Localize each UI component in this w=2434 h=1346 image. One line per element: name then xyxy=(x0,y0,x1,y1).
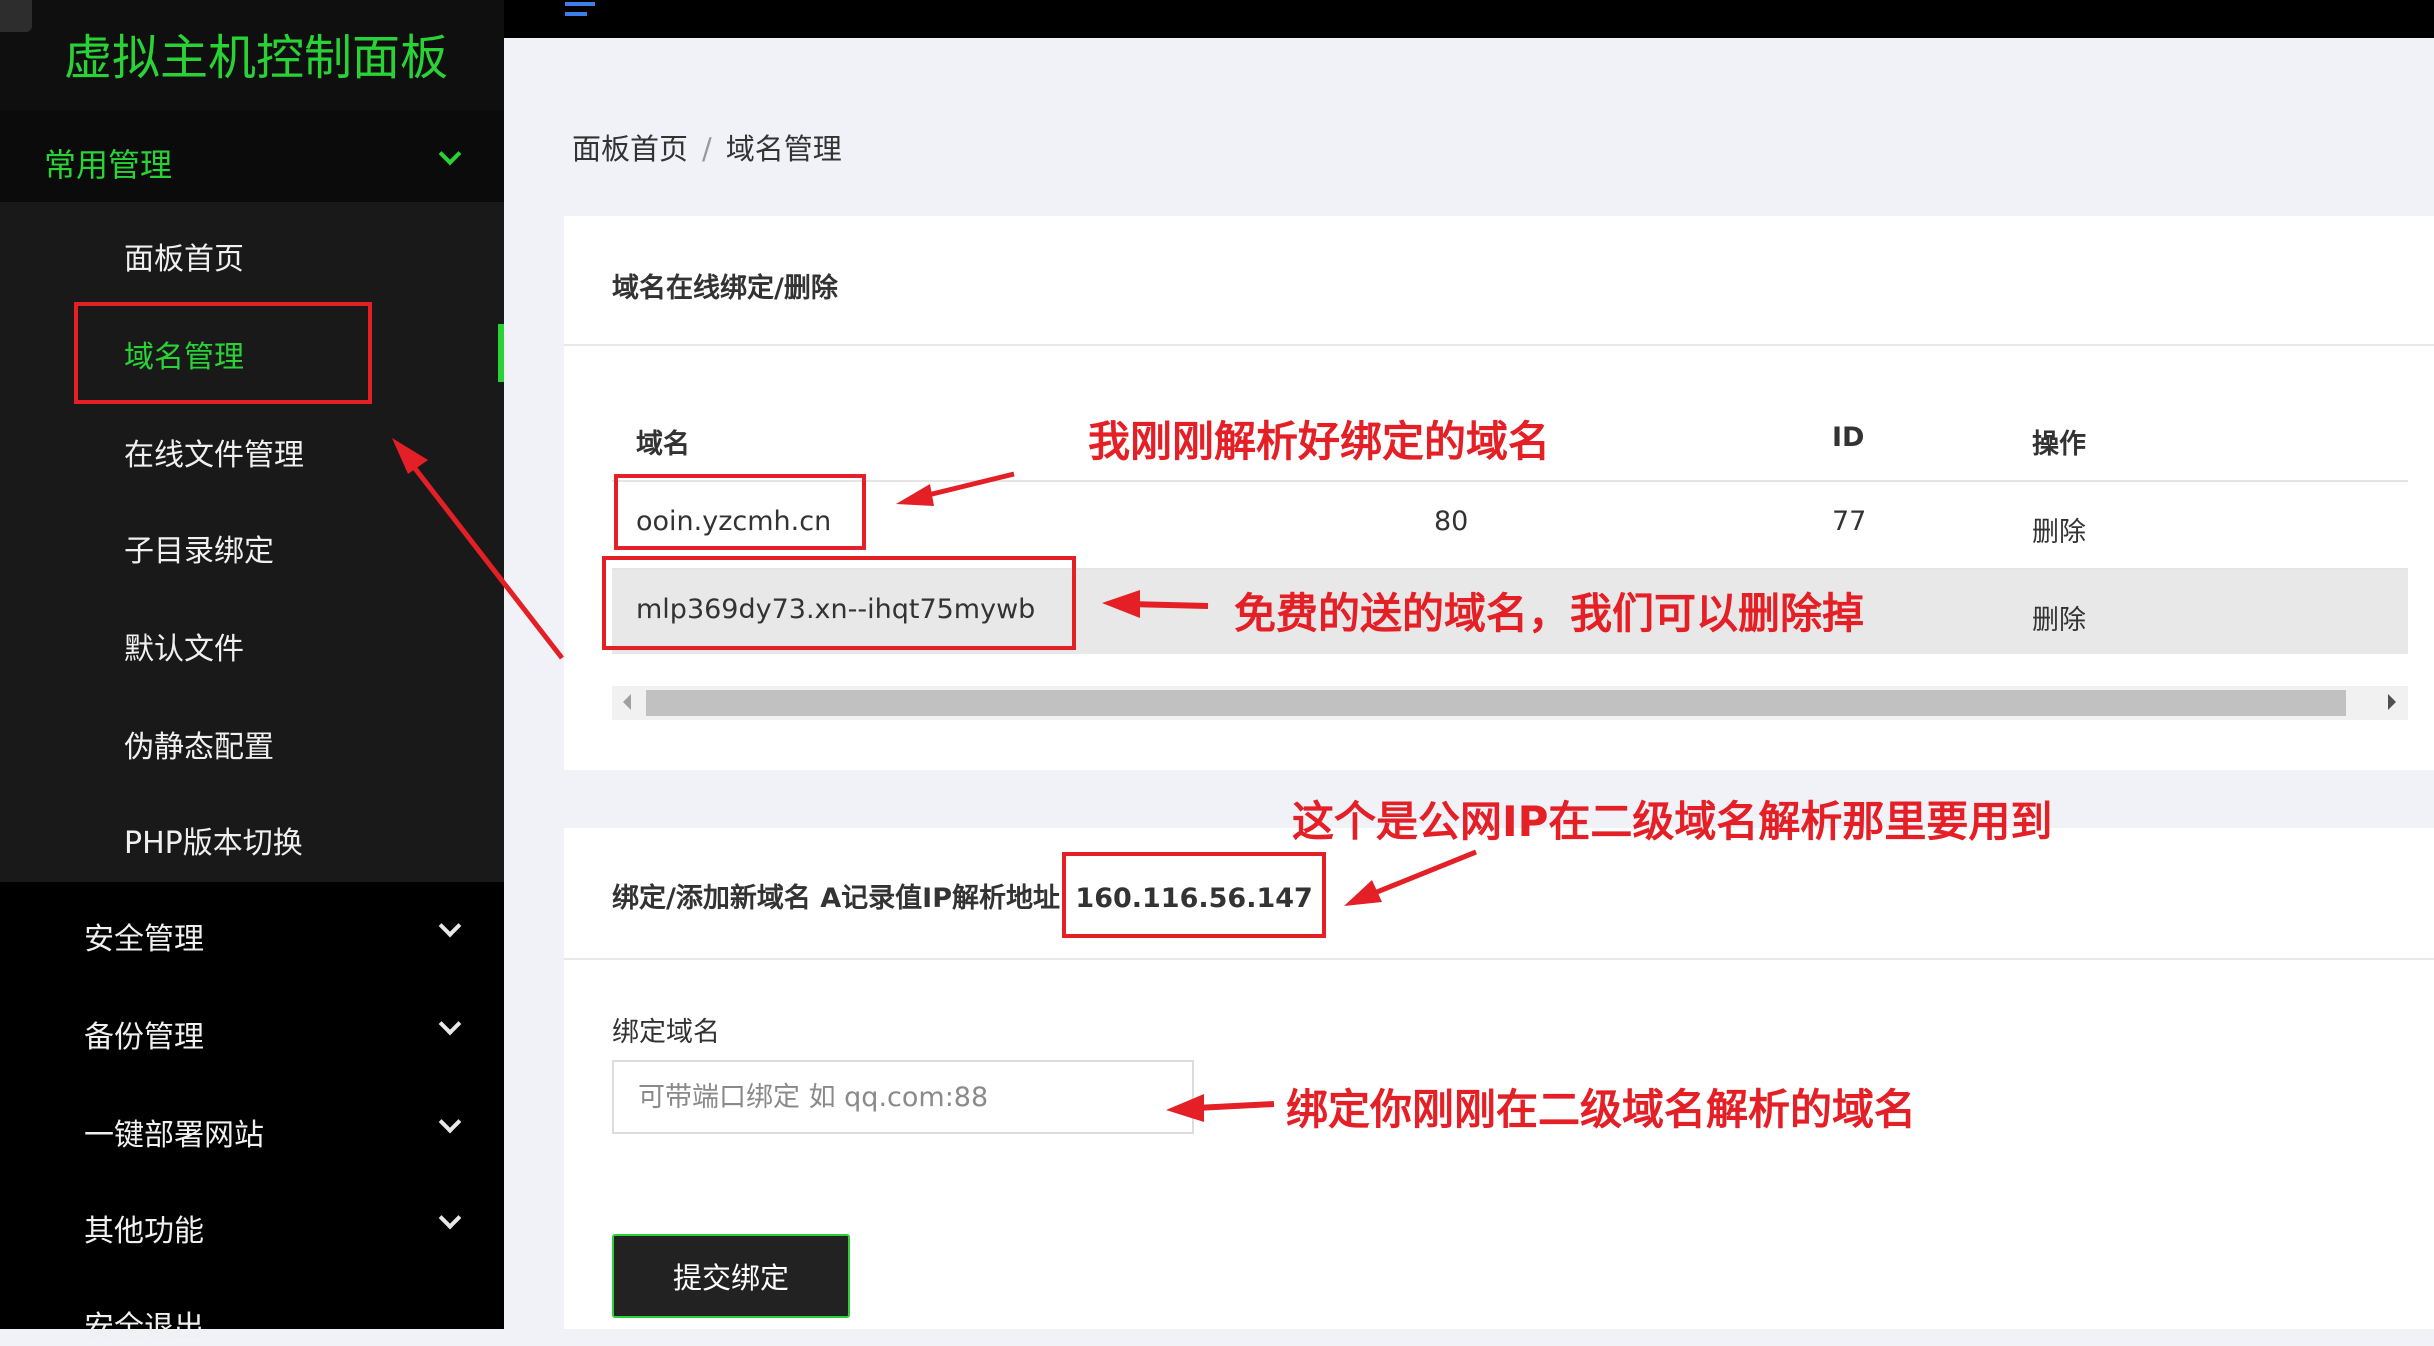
annotation-public-ip: 这个是公网IP在二级域名解析那里要用到 xyxy=(1292,797,2053,846)
sidebar: 虚拟主机控制面板 常用管理 面板首页 域名管理 在线文件管理 子目录绑定 默认文… xyxy=(0,0,504,1345)
top-bar xyxy=(504,0,2434,38)
brand-header: 虚拟主机控制面板 xyxy=(0,0,504,110)
sidebar-item-subdirectory[interactable]: 子目录绑定 xyxy=(124,526,274,570)
scrollbar-thumb[interactable] xyxy=(646,690,2346,716)
chevron-down-icon xyxy=(438,1012,462,1036)
highlight-box-bound-domain xyxy=(614,474,866,550)
card-divider xyxy=(564,958,2434,960)
sidebar-group-other[interactable]: 其他功能 xyxy=(84,1206,204,1250)
column-header-id: ID xyxy=(1832,422,1865,453)
card-title: 域名在线绑定/删除 xyxy=(612,273,838,304)
breadcrumb-home[interactable]: 面板首页 xyxy=(572,132,688,166)
sidebar-group-deploy[interactable]: 一键部署网站 xyxy=(84,1110,264,1154)
bind-domain-input[interactable] xyxy=(612,1060,1194,1134)
sidebar-item-rewrite[interactable]: 伪静态配置 xyxy=(124,722,274,766)
sidebar-group-label: 安全管理 xyxy=(84,922,204,957)
chevron-down-icon xyxy=(438,1110,462,1134)
highlight-box-domain-menu xyxy=(74,302,372,404)
port-cell: 80 xyxy=(1434,506,1469,537)
sidebar-item-file-manager[interactable]: 在线文件管理 xyxy=(124,430,304,474)
window-icon xyxy=(0,0,32,32)
breadcrumb-separator: / xyxy=(702,132,712,166)
chevron-down-icon xyxy=(438,914,462,938)
sidebar-group-label: 一键部署网站 xyxy=(84,1118,264,1153)
chevron-down-icon xyxy=(438,142,462,166)
sidebar-item-php-version[interactable]: PHP版本切换 xyxy=(124,818,303,862)
sidebar-group-security[interactable]: 安全管理 xyxy=(84,914,204,958)
column-header-action: 操作 xyxy=(2032,429,2086,460)
submit-bind-button[interactable]: 提交绑定 xyxy=(612,1234,850,1318)
annotation-bound-domain: 我刚刚解析好绑定的域名 xyxy=(1088,417,1551,466)
scroll-left-icon[interactable] xyxy=(623,694,631,710)
bind-card-title-text: 绑定/添加新域名 A记录值IP解析地址 xyxy=(612,883,1060,914)
delete-link[interactable]: 删除 xyxy=(2032,598,2086,637)
sidebar-item-default-file[interactable]: 默认文件 xyxy=(124,624,244,668)
chevron-down-icon xyxy=(438,1206,462,1230)
breadcrumb-current: 域名管理 xyxy=(725,132,842,166)
bind-domain-label: 绑定域名 xyxy=(612,1017,720,1048)
annotation-bind-hint: 绑定你刚刚在二级域名解析的域名 xyxy=(1286,1085,1917,1134)
annotation-free-domain: 免费的送的域名，我们可以删除掉 xyxy=(1234,589,1865,638)
sidebar-item-logout[interactable]: 安全退出 xyxy=(84,1302,204,1346)
table-header-divider xyxy=(612,480,2408,482)
card-divider xyxy=(564,344,2434,346)
highlight-box-free-domain xyxy=(602,556,1076,650)
scroll-right-icon[interactable] xyxy=(2388,694,2396,710)
column-header-domain: 域名 xyxy=(636,429,690,460)
delete-link[interactable]: 删除 xyxy=(2032,510,2086,549)
sidebar-group-backup[interactable]: 备份管理 xyxy=(84,1012,204,1056)
sidebar-group-label: 其他功能 xyxy=(84,1214,204,1249)
sidebar-group-label: 安全退出 xyxy=(84,1310,204,1345)
sidebar-group-common[interactable]: 常用管理 xyxy=(0,110,504,202)
brand-title: 虚拟主机控制面板 xyxy=(64,30,449,86)
sidebar-group-label: 常用管理 xyxy=(44,146,173,184)
id-cell: 77 xyxy=(1832,506,1867,537)
sidebar-group-label: 备份管理 xyxy=(84,1020,204,1055)
sidebar-item-panel-home[interactable]: 面板首页 xyxy=(124,234,244,278)
active-indicator xyxy=(498,324,504,382)
breadcrumb: 面板首页 / 域名管理 xyxy=(572,126,842,168)
highlight-box-public-ip xyxy=(1062,852,1326,938)
